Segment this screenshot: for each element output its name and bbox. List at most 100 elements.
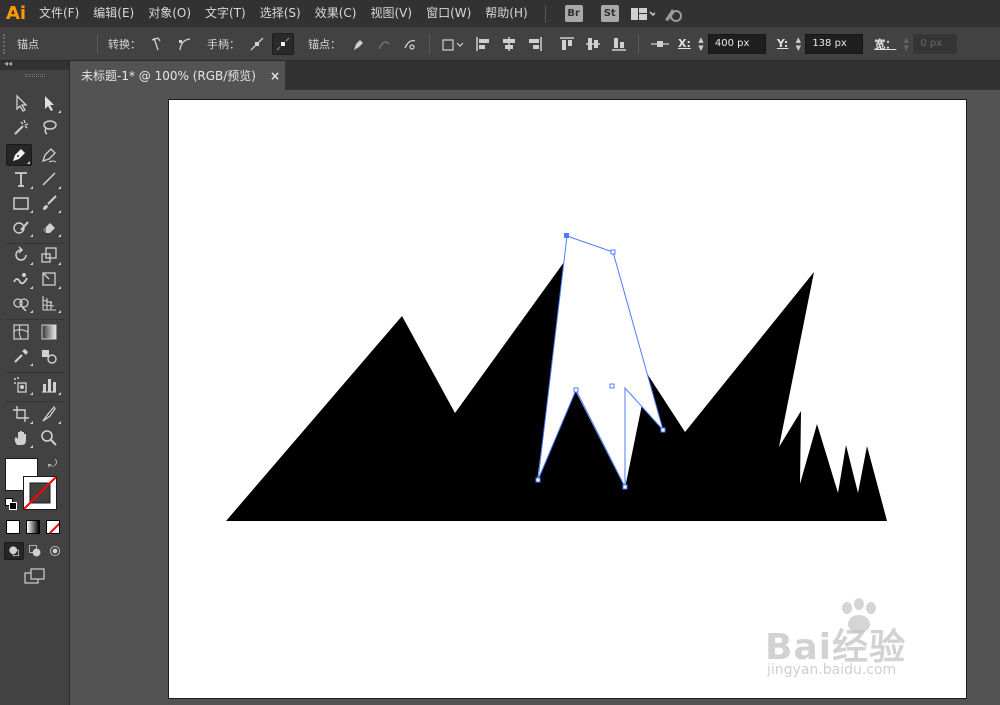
x-input[interactable]: 400 px (707, 33, 766, 54)
x-stepper[interactable]: ▲ ▼ (694, 33, 708, 55)
shape-builder-tool[interactable] (8, 292, 34, 314)
eraser-tool[interactable] (36, 216, 62, 238)
menu-view[interactable]: 视图(V) (363, 0, 419, 27)
zoom-tool[interactable] (36, 427, 62, 449)
mesh-icon (13, 324, 29, 340)
align-top-button[interactable] (556, 33, 578, 55)
rotate-icon (15, 246, 27, 261)
align-vertical-center-icon (586, 37, 600, 50)
lasso-tool[interactable] (36, 116, 62, 138)
eyedropper-tool[interactable] (8, 345, 34, 367)
blend-tool[interactable] (36, 345, 62, 367)
hide-handles-button[interactable] (272, 32, 294, 55)
paintbrush-tool[interactable] (36, 192, 62, 214)
curvature-pen-icon (41, 148, 57, 163)
show-handles-button[interactable] (246, 33, 268, 55)
curvature-tool[interactable] (36, 144, 62, 166)
anchor-point[interactable] (609, 383, 615, 389)
y-stepper[interactable]: ▲ ▼ (791, 33, 805, 55)
swap-fill-stroke-icon[interactable]: ⤾ (48, 457, 57, 471)
type-tool[interactable] (8, 168, 34, 190)
menu-select[interactable]: 选择(S) (253, 0, 308, 27)
rectangle-tool[interactable] (8, 192, 34, 214)
none-mode-button[interactable] (46, 520, 60, 534)
tools-panel: ◂◂ ⤾ (0, 59, 70, 705)
direct-selection-tool[interactable] (36, 92, 62, 114)
transform-box-icon (442, 38, 464, 51)
artboard[interactable] (168, 99, 967, 699)
align-hcenter-button[interactable] (498, 33, 520, 55)
symbol-sprayer-tool[interactable] (8, 374, 34, 396)
mesh-tool[interactable] (8, 321, 34, 343)
control-bar-grip[interactable] (3, 33, 9, 54)
reference-point-button[interactable] (647, 33, 673, 55)
document-tab[interactable]: 未标题-1* @ 100% (RGB/预览) × (71, 61, 285, 90)
draw-behind-button[interactable] (25, 542, 45, 560)
align-vcenter-button[interactable] (582, 33, 604, 55)
perspective-grid-tool[interactable] (36, 292, 62, 314)
align-left-button[interactable] (472, 33, 494, 55)
bridge-button[interactable]: Br (564, 5, 583, 22)
warp-icon (13, 273, 28, 285)
anchor-point[interactable] (610, 249, 616, 255)
shaper-tool[interactable] (8, 216, 34, 238)
stock-button[interactable]: St (600, 5, 619, 22)
scale-tool[interactable] (36, 244, 62, 266)
stroke-swatch[interactable] (23, 476, 57, 510)
pen-tool[interactable] (6, 144, 32, 166)
eraser-icon (43, 223, 55, 233)
rotate-tool[interactable] (8, 244, 34, 266)
anchor-point[interactable] (660, 427, 666, 433)
rectangle-icon (13, 197, 29, 210)
selection-tool[interactable] (8, 92, 34, 114)
cut-path-button[interactable] (399, 33, 421, 55)
tools-panel-grip[interactable] (0, 70, 69, 80)
workspace-layout-button[interactable] (628, 0, 658, 27)
magnifier-icon (41, 430, 57, 446)
menu-file[interactable]: 文件(F) (32, 0, 86, 27)
close-icon[interactable]: × (270, 69, 280, 83)
warp-tool[interactable] (8, 268, 34, 290)
menu-help[interactable]: 帮助(H) (478, 0, 534, 27)
anchor-point[interactable] (622, 484, 628, 490)
color-mode-button[interactable] (6, 520, 20, 534)
menu-object[interactable]: 对象(O) (141, 0, 198, 27)
menu-effect[interactable]: 效果(C) (308, 0, 364, 27)
anchor-point[interactable] (573, 387, 579, 393)
y-input[interactable]: 138 px (805, 33, 864, 54)
anchor-point-selected[interactable] (564, 233, 569, 238)
convert-to-smooth-button[interactable] (173, 33, 195, 55)
gradient-mode-button[interactable] (26, 520, 40, 534)
gradient-tool[interactable] (36, 321, 62, 343)
screen-mode-button[interactable] (22, 566, 48, 586)
convert-to-corner-button[interactable] (147, 33, 169, 55)
free-transform-tool[interactable] (36, 268, 62, 290)
slice-tool[interactable] (36, 403, 62, 425)
column-graph-tool[interactable] (36, 374, 62, 396)
transform-button[interactable] (438, 33, 468, 55)
control-bar: 锚点 转换： 手柄： 锚点： X: ▲ ▼ 400 px Y: ▲ ▼ 138 … (0, 27, 1000, 61)
draw-inside-button[interactable] (45, 542, 65, 560)
magic-wand-tool[interactable] (8, 116, 34, 138)
default-fill-stroke-icon[interactable] (5, 498, 17, 510)
hand-tool[interactable] (8, 427, 34, 449)
rocket-gauge-icon (664, 8, 682, 22)
menu-type[interactable]: 文字(T) (198, 0, 253, 27)
hand-icon (14, 431, 26, 445)
draw-normal-button[interactable] (4, 542, 24, 560)
remove-anchor-button[interactable] (347, 33, 369, 55)
pen-nib-icon (13, 149, 25, 161)
align-right-button[interactable] (524, 33, 546, 55)
line-segment-tool[interactable] (36, 168, 62, 190)
connect-path-icon (378, 40, 390, 49)
menu-edit[interactable]: 编辑(E) (86, 0, 141, 27)
artboard-tool[interactable] (8, 403, 34, 425)
anchor-point[interactable] (535, 477, 541, 483)
collapse-icon[interactable]: ◂◂ (4, 59, 12, 68)
document-tab-bar: 未标题-1* @ 100% (RGB/预览) × (71, 61, 1000, 90)
gpu-performance-button[interactable] (658, 0, 688, 27)
connect-anchors-button[interactable] (373, 33, 395, 55)
canvas-workspace[interactable] (71, 90, 1000, 705)
align-bottom-button[interactable] (608, 33, 630, 55)
menu-window[interactable]: 窗口(W) (419, 0, 478, 27)
